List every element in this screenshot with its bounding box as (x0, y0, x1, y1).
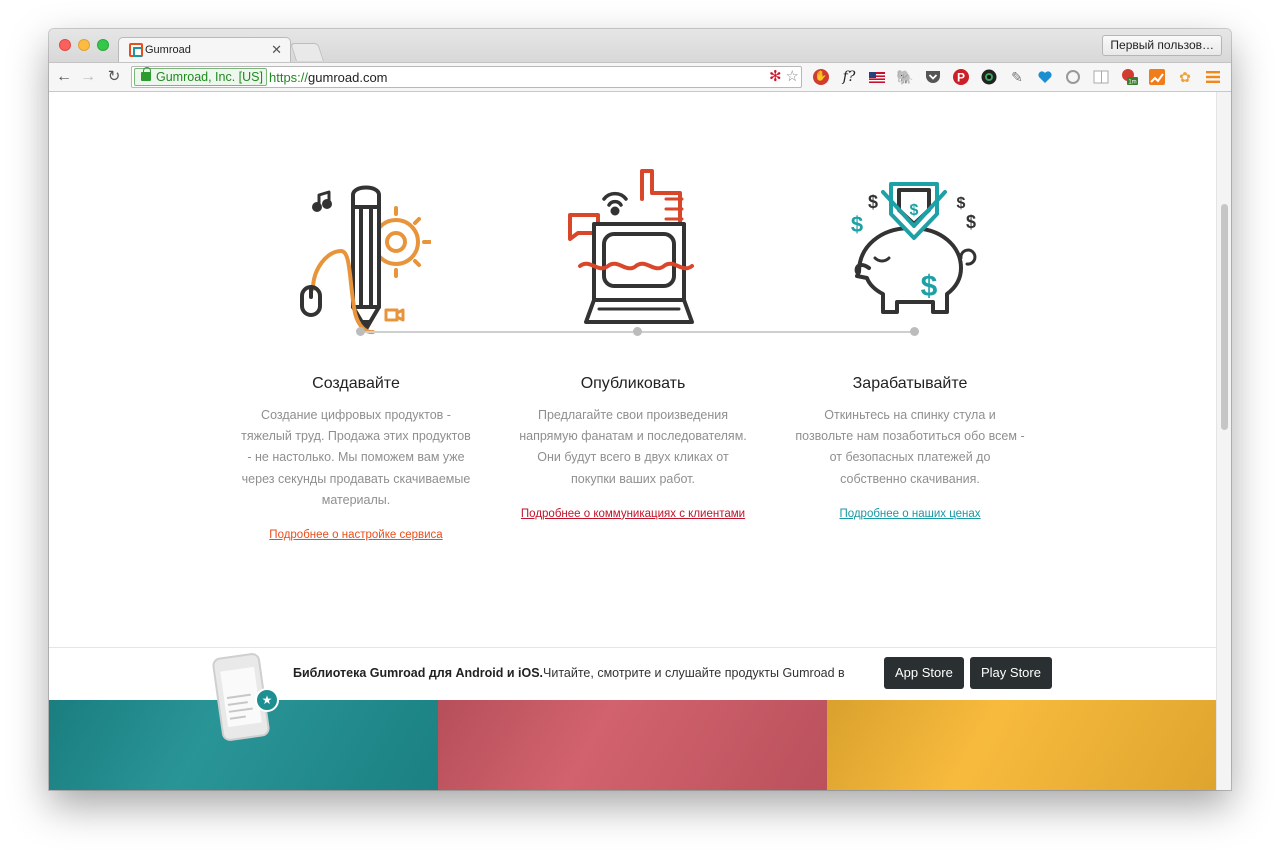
refresh-circle-icon[interactable] (1063, 67, 1083, 87)
omnibox-icons: ✻ ☆ (769, 69, 799, 85)
svg-text:1m: 1m (1128, 80, 1136, 86)
us-flag-icon[interactable] (867, 67, 887, 87)
browser-window: Gumroad ✕ Первый пользов… ← → ↻ Gumroad,… (49, 29, 1231, 790)
evernote-icon[interactable]: 🐘 (895, 67, 915, 87)
svg-text:$: $ (957, 195, 966, 212)
star-badge-icon: ★ (255, 688, 279, 712)
app-store-button[interactable]: App Store (884, 657, 964, 689)
minimize-window-button[interactable] (78, 39, 90, 51)
lock-icon (141, 67, 151, 81)
svg-text:$: $ (966, 212, 976, 232)
window-controls (59, 39, 109, 51)
banner-description: Читайте, смотрите и слушайте продукты Gu… (543, 666, 845, 680)
ev-badge-label: Gumroad, Inc. [US] (156, 70, 263, 84)
svg-text:$: $ (868, 192, 878, 212)
ev-certificate-badge[interactable]: Gumroad, Inc. [US] (134, 67, 267, 86)
banner-title: Библиотека Gumroad для Android и iOS. (293, 666, 543, 680)
feature-description: Откиньтесь на спинку стула и позвольте н… (795, 408, 1025, 486)
lastpass-icon[interactable]: ✻ (769, 69, 782, 85)
svg-text:$: $ (910, 202, 919, 219)
extensions-bar: ✋ f? 🐘 P ✎ 1m ✿ (811, 67, 1223, 87)
svg-text:$: $ (921, 270, 938, 303)
phone-screen-line (228, 707, 253, 713)
tab-bar: Gumroad ✕ Первый пользов… (49, 29, 1231, 63)
close-tab-icon[interactable]: ✕ (271, 42, 282, 58)
scrollbar-thumb[interactable] (1221, 204, 1228, 430)
new-tab-button[interactable] (290, 43, 324, 61)
paw-icon[interactable]: ✿ (1175, 67, 1195, 87)
feature-description: Предлагайте свои произведения напрямую ф… (519, 408, 747, 486)
desktop: Gumroad ✕ Первый пользов… ← → ↻ Gumroad,… (0, 0, 1280, 860)
close-window-button[interactable] (59, 39, 71, 51)
forward-arrow-icon[interactable]: → (78, 67, 98, 87)
profile-button[interactable]: Первый пользов… (1102, 35, 1222, 56)
publish-computer-illustration-icon (568, 169, 694, 324)
page-viewport: $ $ $ $ $ $ Создавайте Создание цифровых… (49, 92, 1216, 790)
feature-title: Создавайте (312, 375, 400, 392)
create-pencil-illustration-icon (300, 185, 431, 335)
feature-publish: Опубликовать Предлагайте свои произведен… (518, 375, 748, 522)
svg-text:$: $ (851, 212, 863, 237)
vk-heart-icon[interactable] (1035, 67, 1055, 87)
page-scrollbar[interactable] (1216, 92, 1231, 790)
camera-lens-icon[interactable] (979, 67, 999, 87)
phone-screen-line (227, 701, 248, 706)
url-host: gumroad.com (308, 70, 388, 85)
timeline-dot (356, 327, 365, 336)
font-finder-icon[interactable]: f? (839, 67, 859, 87)
tab-title: Gumroad (145, 44, 191, 56)
browser-toolbar: ← → ↻ Gumroad, Inc. [US] https://gumroad… (49, 62, 1231, 92)
analytics-chart-icon[interactable] (1147, 67, 1167, 87)
url-scheme: https:// (269, 70, 309, 85)
lastfm-badge-icon[interactable]: 1m (1119, 67, 1139, 87)
feature-earn: Зарабатывайте Откиньтесь на спинку стула… (795, 375, 1025, 522)
reader-icon[interactable] (1091, 67, 1111, 87)
pricing-more-link[interactable]: Подробнее о наших ценах (839, 508, 980, 520)
panel-yellow (827, 700, 1216, 790)
phone-screen-line (226, 693, 251, 699)
banner-text: Библиотека Gumroad для Android и iOS.Чит… (293, 666, 845, 680)
phone-screen-line (229, 715, 246, 720)
eyedropper-icon[interactable]: ✎ (1007, 67, 1027, 87)
timeline-dot (910, 327, 919, 336)
url-text: https://gumroad.com (269, 70, 388, 85)
feature-title: Опубликовать (580, 375, 686, 392)
feature-title: Зарабатывайте (852, 375, 968, 392)
chrome-menu-icon[interactable] (1203, 67, 1223, 87)
adblock-icon[interactable]: ✋ (813, 69, 829, 85)
svg-text:P: P (957, 71, 965, 85)
earn-piggybank-illustration-icon: $ $ $ $ $ $ (851, 182, 977, 314)
zoom-window-button[interactable] (97, 39, 109, 51)
feature-description: Создание цифровых продуктов - тяжелый тр… (241, 408, 471, 507)
gumroad-favicon-icon (129, 43, 143, 57)
panel-red (438, 700, 827, 790)
feature-create: Создавайте Создание цифровых продуктов -… (241, 375, 471, 543)
reload-icon[interactable]: ↻ (104, 67, 124, 87)
pocket-icon[interactable] (923, 67, 943, 87)
timeline-dot (633, 327, 642, 336)
communications-more-link[interactable]: Подробнее о коммуникациях с клиентами (521, 508, 745, 520)
setup-more-link[interactable]: Подробнее о настройке сервиса (269, 529, 442, 541)
play-store-button[interactable]: Play Store (970, 657, 1052, 689)
bookmark-star-icon[interactable]: ☆ (786, 69, 799, 85)
back-arrow-icon[interactable]: ← (54, 67, 74, 87)
address-bar[interactable]: Gumroad, Inc. [US] https://gumroad.com ✻… (131, 66, 802, 88)
tab-gumroad[interactable]: Gumroad ✕ (118, 37, 291, 63)
pinterest-icon[interactable]: P (951, 67, 971, 87)
